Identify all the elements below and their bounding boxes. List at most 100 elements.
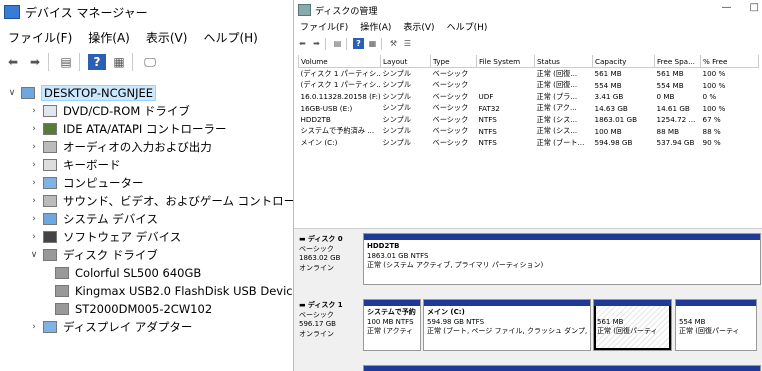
tree-item-audio[interactable]: › オーディオの入力および出力 [28,138,212,156]
partition-hdd2tb[interactable]: HDD2TB 1863.01 GB NTFS 正常 (システム アクティブ, プ… [363,233,761,285]
volume-table-header: Volume Layout Type File System Status Ca… [298,55,759,68]
partition-recovery-1[interactable]: 561 MB 正常 (回復パーティ [593,299,672,351]
table-row[interactable]: HDD2TB シンプル ベーシック NTFS 正常 (シス... 1863.01… [299,114,759,126]
show-hide-tree-icon[interactable]: ▤ [332,38,343,49]
table-cell: 1863.01 GB [594,115,638,125]
table-row[interactable]: (ディスク 1 パーティシ... シンプル ベーシック 正常 (回復... 56… [299,68,759,80]
partition-main-c[interactable]: メイン (C:) 594.98 GB NTFS 正常 (ブート, ページ ファイ… [423,299,591,351]
table-row[interactable]: 16.0.11328.20158 (F:) シンプル ベーシック UDF 正常 … [299,91,759,103]
forward-arrow-icon[interactable]: ➡ [311,38,322,49]
table-row[interactable]: システムで予約済み ... シンプル ベーシック NTFS 正常 (シス... … [299,126,759,138]
chevron-down-icon[interactable]: ∨ [28,250,40,260]
device-manager-icon [4,5,20,19]
tree-item-label: IDE ATA/ATAPI コントローラー [63,122,227,136]
chevron-down-icon[interactable]: ∨ [6,88,18,98]
table-cell: 88 % [702,126,721,136]
minimize-icon[interactable]: — [722,2,732,13]
help-icon[interactable]: ? [88,54,106,70]
tree-item-label: Kingmax USB2.0 FlashDisk USB Device [75,284,293,298]
table-cell: NTFS [478,115,497,125]
show-hide-tree-icon[interactable]: ▤ [57,54,75,70]
column-header[interactable]: Capacity [592,55,655,68]
menu-action[interactable]: 操作(A) [80,26,138,48]
tree-item-disk-1[interactable]: Kingmax USB2.0 FlashDisk USB Device [52,282,293,300]
tree-item-disk-0[interactable]: Colorful SL500 640GB [52,264,201,282]
tree-root[interactable]: ∨ DESKTOP-NCGNJEE [6,84,157,102]
disk-1-label[interactable]: ▬ ディスク 1 ベーシック 596.17 GB オンライン [299,301,357,349]
back-arrow-icon[interactable]: ⬅ [4,54,22,70]
partition-size: 1863.01 GB NTFS [367,251,429,260]
partition-name: メイン (C:) [427,308,465,316]
monitor-scan-icon[interactable]: 🖵 [141,54,159,70]
tree-item-disk-drives[interactable]: ∨ ディスク ドライブ [28,246,158,264]
chevron-right-icon[interactable]: › [28,322,40,332]
table-cell: 90 % [702,138,721,148]
sound-icon [43,195,57,207]
table-cell: 554 MB [656,80,684,90]
chevron-right-icon[interactable]: › [28,196,40,206]
properties-icon[interactable]: ▦ [367,38,378,49]
menu-file[interactable]: ファイル(F) [0,26,80,48]
table-cell: ベーシック [432,114,469,124]
tree-item-computer[interactable]: › コンピューター [28,174,143,192]
help-icon[interactable]: ? [353,38,364,49]
menu-help[interactable]: ヘルプ(H) [195,26,265,48]
disk-0-label[interactable]: ▬ ディスク 0 ベーシック 1863.02 GB オンライン [299,235,357,283]
partition-status: 正常 (回復パーティ [597,327,658,335]
table-row[interactable]: (ディスク 1 パーティシ... シンプル ベーシック 正常 (回復... 55… [299,80,759,92]
tree-item-software[interactable]: › ソフトウェア デバイス [28,228,181,246]
tree-item-ide[interactable]: › IDE ATA/ATAPI コントローラー [28,120,226,138]
list-view-icon[interactable]: ☰ [402,38,413,49]
menu-help[interactable]: ヘルプ(H) [441,18,494,34]
drive-key-icon[interactable]: ⚒ [388,38,399,49]
maximize-icon[interactable]: □ [750,2,759,13]
chevron-right-icon[interactable]: › [28,214,40,224]
partition-status: 正常 (アクティ [367,327,414,335]
back-arrow-icon[interactable]: ⬅ [297,38,308,49]
chevron-right-icon[interactable]: › [28,160,40,170]
chevron-right-icon[interactable]: › [28,178,40,188]
tree-item-sound[interactable]: › サウンド、ビデオ、およびゲーム コントローラー [28,192,293,210]
column-header[interactable]: Type [430,55,477,68]
tree-item-dvd[interactable]: › DVD/CD-ROM ドライブ [28,102,190,120]
chevron-right-icon[interactable]: › [28,232,40,242]
tree-item-disk-2[interactable]: ST2000DM005-2CW102 [52,300,212,318]
forward-arrow-icon[interactable]: ➡ [26,54,44,70]
column-header[interactable]: Layout [380,55,431,68]
chevron-right-icon[interactable]: › [28,124,40,134]
partition-recovery-2[interactable]: 554 MB 正常 (回復パーティ [675,299,757,351]
controller-icon [43,123,57,135]
menu-view[interactable]: 表示(V) [138,26,196,48]
table-cell [477,68,535,80]
partition-system-reserved[interactable]: システムで予約 100 MB NTFS 正常 (アクティ [363,299,421,351]
table-row[interactable]: 16GB-USB (E:) シンプル ベーシック FAT32 正常 (アク...… [299,103,759,115]
chevron-right-icon[interactable]: › [28,142,40,152]
device-manager-title: デバイス マネージャー [25,5,148,20]
partition-color-bar [424,300,590,306]
table-cell: 16.0.11328.20158 (F:) [300,92,381,102]
table-row[interactable]: メイン (C:) シンプル ベーシック NTFS 正常 (ブート... 594.… [299,137,759,149]
column-header[interactable]: Free Spa... [654,55,701,68]
tree-root-label: DESKTOP-NCGNJEE [41,85,157,101]
partition-text: HDD2TB 1863.01 GB NTFS 正常 (システム アクティブ, プ… [367,242,757,271]
menu-file[interactable]: ファイル(F) [294,18,354,34]
speaker-icon [43,141,57,153]
display-adapter-icon [43,321,57,333]
column-header[interactable]: % Free [700,55,759,68]
table-cell: HDD2TB [300,115,331,125]
column-header[interactable]: Volume [298,55,381,68]
table-cell: 100 % [702,80,726,90]
tree-item-label: ディスプレイ アダプター [63,320,193,334]
tree-item-system[interactable]: › システム デバイス [28,210,158,228]
system-device-icon [43,213,57,225]
partition-status: 正常 (回復パーティ [679,327,740,335]
menu-action[interactable]: 操作(A) [354,18,397,34]
tree-item-keyboard[interactable]: › キーボード [28,156,120,174]
column-header[interactable]: File System [476,55,535,68]
tree-item-display[interactable]: › ディスプレイ アダプター [28,318,192,336]
partition-text: 554 MB 正常 (回復パーティ [679,308,753,337]
chevron-right-icon[interactable]: › [28,106,40,116]
column-header[interactable]: Status [534,55,593,68]
properties-icon[interactable]: ▦ [110,54,128,70]
menu-view[interactable]: 表示(V) [397,18,440,34]
